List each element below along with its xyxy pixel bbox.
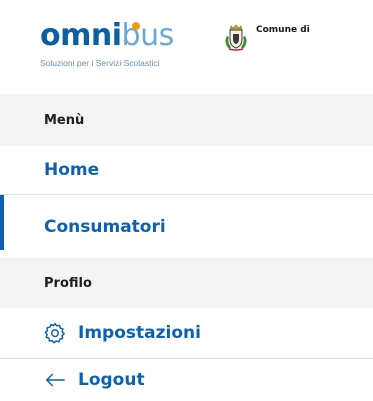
logo-part-omn: omn [40,18,112,53]
sidebar-item-consumatori-label: Consumatori [44,216,166,237]
logo-part-i: i [111,18,122,53]
app-header: omnibus Soluzioni per i Servizi Scolasti… [0,0,373,88]
sidebar-item-consumatori[interactable]: Consumatori [0,195,373,258]
gear-icon [44,322,66,344]
sidebar-item-logout[interactable]: Logout [0,359,373,401]
municipal-crest-icon [221,22,251,52]
sidebar-item-impostazioni[interactable]: Impostazioni [0,308,373,358]
sidebar-item-home[interactable]: Home [0,146,373,194]
omnibus-logo[interactable]: omnibus Soluzioni per i Servizi Scolasti… [40,14,180,74]
logo-dot-icon [132,22,140,30]
logo-wordmark: omnibus [40,14,174,58]
active-indicator [0,195,4,250]
sidebar-item-logout-label: Logout [78,370,145,390]
section-header-menu: Menù [0,94,373,146]
sidebar-item-home-label: Home [44,160,100,180]
logo-tagline: Soluzioni per i Servizi Scolastici [40,58,160,68]
arrow-left-icon [44,369,66,391]
section-header-profile: Profilo [0,258,373,308]
sidebar-item-impostazioni-label: Impostazioni [78,323,201,343]
logo-part-bus: bus [121,18,175,53]
municipality-label: Comune di [256,25,310,35]
